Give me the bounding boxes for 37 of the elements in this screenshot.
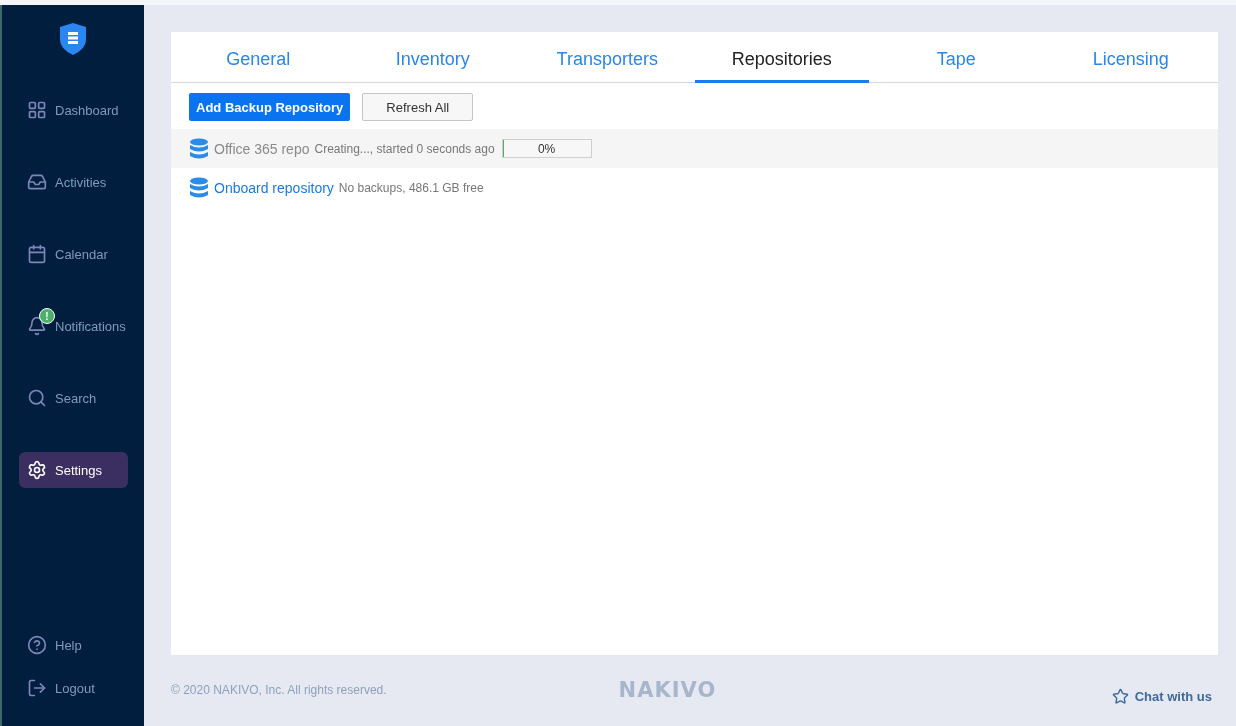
alert-badge: ! <box>39 308 55 324</box>
star-icon <box>1111 687 1129 705</box>
sidebar-item[interactable]: Search <box>19 380 128 416</box>
grid-icon <box>27 100 47 120</box>
tab[interactable]: Inventory <box>345 32 520 83</box>
copyright-text: © 2020 NAKIVO, Inc. All rights reserved. <box>171 683 387 697</box>
sidebar-item[interactable]: Help <box>27 630 144 660</box>
tab[interactable]: Repositories <box>694 32 869 83</box>
shield-logo <box>59 22 87 56</box>
help-icon <box>27 635 47 655</box>
sidebar-item[interactable]: Activities <box>19 164 128 200</box>
repository-link[interactable]: Office 365 repo <box>214 140 310 157</box>
repository-status: No backups, 486.1 GB free <box>338 180 484 195</box>
sidebar-item[interactable]: Dashboard <box>19 92 128 128</box>
tab[interactable]: Transporters <box>520 32 695 83</box>
sidebar-item[interactable]: ! Notifications <box>19 308 128 344</box>
tab[interactable]: Licensing <box>1043 32 1218 83</box>
database-icon <box>189 176 209 199</box>
tab[interactable]: Tape <box>869 32 1044 83</box>
repository-link[interactable]: Onboard repository <box>214 179 334 196</box>
inbox-icon <box>27 172 47 192</box>
repository-status: Creating..., started 0 seconds ago <box>314 141 495 156</box>
bell-icon <box>27 316 47 336</box>
tab[interactable]: General <box>171 32 346 83</box>
database-icon <box>189 137 209 160</box>
add-repository-button[interactable]: Add Backup Repository <box>189 93 351 121</box>
sidebar-item[interactable]: Settings <box>19 452 128 488</box>
calendar-icon <box>27 244 47 264</box>
progress-label: 0% <box>536 140 557 157</box>
sidebar-item[interactable]: Logout <box>27 673 144 703</box>
search-icon <box>27 388 47 408</box>
refresh-button[interactable]: Refresh All <box>362 93 474 121</box>
brand-logo: NAKIVO <box>618 678 717 702</box>
sidebar-item[interactable]: Calendar <box>19 236 128 272</box>
chat-button[interactable]: Chat with us <box>1105 686 1218 706</box>
logout-icon <box>27 678 47 698</box>
settings-icon <box>27 460 47 480</box>
